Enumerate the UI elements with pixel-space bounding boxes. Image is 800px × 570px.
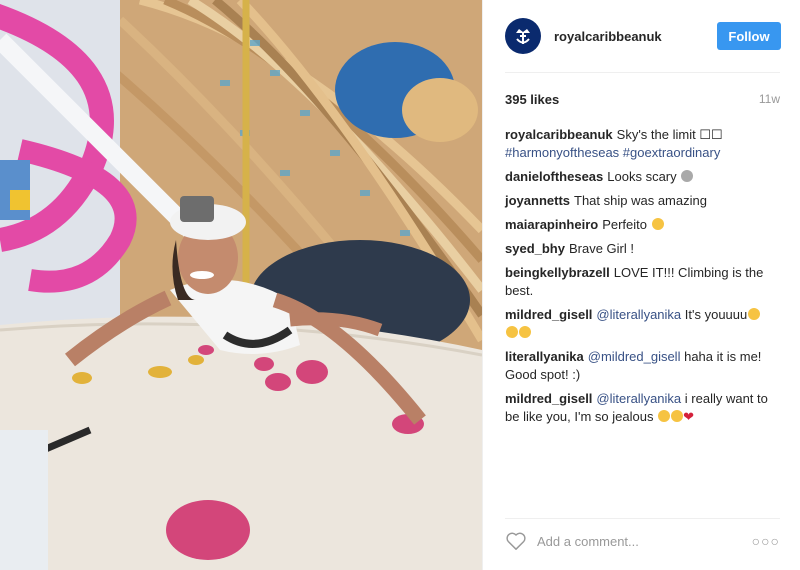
list-item: beingkellybrazell LOVE IT!!! Climbing is … [505,264,782,300]
crown-anchor-logo-icon [516,29,530,44]
caption-text: Sky's the limit ☐☐ [616,127,723,142]
comment-text: That ship was amazing [574,193,707,208]
smile-emoji-icon [748,308,761,320]
instagram-post: royalcaribbeanuk Follow 395 likes 11w ro… [0,0,800,570]
list-item: joyannetts That ship was amazing [505,192,782,210]
post-header: royalcaribbeanuk Follow [483,0,800,72]
list-item: danieloftheseas Looks scary [505,168,782,186]
like-button[interactable] [505,530,527,552]
list-item: mildred_gisell @literallyanika It's youuu… [505,306,782,342]
list-item: literallyanika @mildred_gisell haha it is… [505,348,782,384]
post-stats: 395 likes 11w [505,92,780,107]
caption: royalcaribbeanuk Sky's the limit ☐☐ #harm… [505,126,782,162]
comment-text: It's youuuu [684,307,748,322]
smile-emoji-icon [671,410,684,422]
comment-bar: ○○○ [505,528,780,554]
crying-emoji-icon [658,410,671,422]
comment-username[interactable]: mildred_gisell [505,391,592,406]
comment-mention[interactable]: @literallyanika [596,307,681,322]
more-options-icon[interactable]: ○○○ [752,533,780,549]
comment-username[interactable]: maiarapinheiro [505,217,598,232]
comments-list: royalcaribbeanuk Sky's the limit ☐☐ #harm… [505,126,782,432]
cat-emoji-icon [681,170,694,182]
heart-emoji-icon: ❤ [683,409,694,424]
list-item: maiarapinheiro Perfeito [505,216,782,234]
divider [505,72,780,73]
list-item: mildred_gisell @literallyanika i really w… [505,390,782,426]
smile-emoji-icon [651,218,664,230]
follow-button[interactable]: Follow [717,22,781,50]
comment-username[interactable]: syed_bhy [505,241,565,256]
comment-username[interactable]: danieloftheseas [505,169,603,184]
avatar[interactable] [505,18,541,54]
list-item: syed_bhy Brave Girl ! [505,240,782,258]
caption-hashtags[interactable]: #harmonyoftheseas #goextraordinary [505,145,720,160]
post-photo[interactable] [0,0,482,570]
smile-emoji-icon [519,326,531,338]
comment-text: Brave Girl ! [568,241,634,256]
comment-username[interactable]: mildred_gisell [505,307,592,322]
comment-username[interactable]: royalcaribbeanuk [505,127,613,142]
comment-text: Looks scary [607,169,677,184]
heart-outline-icon [506,532,526,550]
add-comment-input[interactable] [537,533,737,549]
divider [505,518,780,519]
post-time[interactable]: 11w [759,92,780,107]
comment-mention[interactable]: @mildred_gisell [588,349,681,364]
comment-username[interactable]: joyannetts [505,193,570,208]
likes-count[interactable]: 395 likes [505,92,559,107]
climber-photo-illustration [0,0,482,570]
comment-username[interactable]: literallyanika [505,349,584,364]
comment-username[interactable]: beingkellybrazell [505,265,610,280]
comment-mention[interactable]: @literallyanika [596,391,681,406]
header-username[interactable]: royalcaribbeanuk [554,29,662,44]
comment-text: Perfeito [602,217,648,232]
smile-emoji-icon [506,326,518,338]
post-side-panel: royalcaribbeanuk Follow 395 likes 11w ro… [482,0,800,570]
